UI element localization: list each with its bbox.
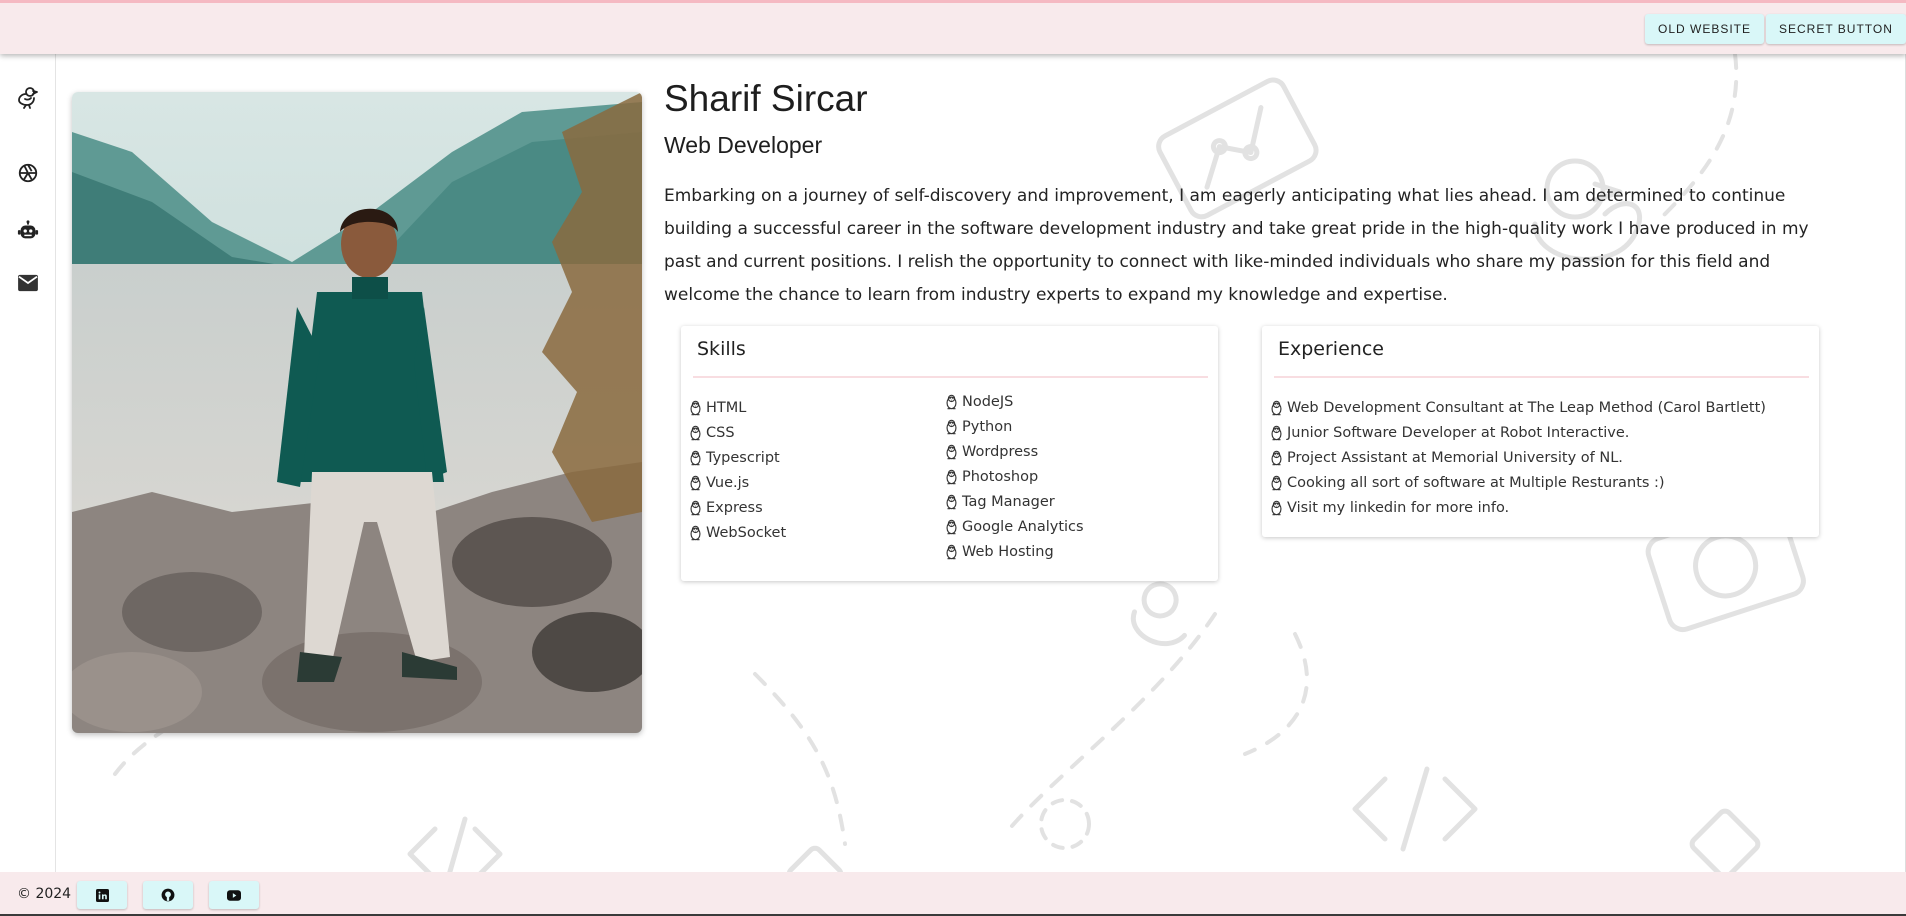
skill-item-label: Google Analytics: [962, 519, 1084, 535]
penguin-icon: [1271, 450, 1282, 466]
skills-card: Skills HTML CSS Typescript Vue.js Express Web…: [681, 326, 1218, 581]
penguin-icon: [690, 400, 701, 416]
skill-item-label: Tag Manager: [962, 494, 1055, 510]
experience-divider: [1274, 376, 1809, 378]
skill-item-label: Web Hosting: [962, 544, 1054, 560]
mail-icon[interactable]: [15, 270, 41, 296]
skill-item: NodeJS: [944, 394, 1013, 410]
skill-item: Typescript: [688, 450, 780, 466]
experience-item-label: Cooking all sort of software at Multiple…: [1287, 475, 1665, 491]
skill-item-label: HTML: [706, 400, 747, 416]
skill-item: Python: [944, 419, 1012, 435]
penguin-icon: [690, 425, 701, 441]
skill-item-label: CSS: [706, 425, 735, 441]
bird-icon[interactable]: [15, 84, 41, 110]
camera-aperture-icon[interactable]: [15, 160, 41, 186]
experience-heading: Experience: [1278, 338, 1384, 360]
skill-item-label: Express: [706, 500, 763, 516]
experience-card: Experience Web Development Consultant at…: [1262, 326, 1819, 537]
penguin-icon: [1271, 425, 1282, 441]
penguin-icon: [1271, 500, 1282, 516]
penguin-icon: [946, 519, 957, 535]
profile-name: Sharif Sircar: [664, 78, 868, 119]
penguin-icon: [946, 444, 957, 460]
skill-item: Web Hosting: [944, 544, 1054, 560]
copyright-text: © 2024: [17, 886, 72, 902]
penguin-icon: [946, 494, 957, 510]
penguin-icon: [690, 450, 701, 466]
profile-photo: [72, 92, 642, 733]
skills-divider: [693, 376, 1208, 378]
github-icon: [161, 888, 175, 902]
skill-item: CSS: [688, 425, 735, 441]
penguin-icon: [946, 394, 957, 410]
skill-item: Express: [688, 500, 763, 516]
secret-button[interactable]: SECRET BUTTON: [1766, 14, 1906, 44]
skill-item: Vue.js: [688, 475, 749, 491]
footer-bar: © 2024: [0, 872, 1906, 916]
skill-item-label: Wordpress: [962, 444, 1039, 460]
penguin-icon: [690, 525, 701, 541]
experience-item-label: Visit my linkedin for more info.: [1287, 500, 1510, 516]
skill-item: WebSocket: [688, 525, 786, 541]
experience-item-label: Web Development Consultant at The Leap M…: [1287, 400, 1766, 416]
github-button[interactable]: [143, 881, 193, 909]
experience-item-label: Junior Software Developer at Robot Inter…: [1287, 425, 1630, 441]
penguin-icon: [1271, 475, 1282, 491]
experience-item: Web Development Consultant at The Leap M…: [1269, 400, 1766, 416]
experience-item: Cooking all sort of software at Multiple…: [1269, 475, 1665, 491]
linkedin-button[interactable]: [77, 881, 127, 909]
penguin-icon: [946, 419, 957, 435]
old-website-button[interactable]: OLD WEBSITE: [1645, 14, 1765, 44]
skill-item-label: Vue.js: [706, 475, 750, 491]
profile-bio: Embarking on a journey of self-discovery…: [664, 186, 1809, 305]
skill-item-label: WebSocket: [706, 525, 787, 541]
skill-item-label: Python: [962, 419, 1013, 435]
experience-item: Junior Software Developer at Robot Inter…: [1269, 425, 1629, 441]
skill-item-label: NodeJS: [962, 394, 1014, 410]
robot-icon[interactable]: [15, 218, 41, 244]
youtube-button[interactable]: [209, 881, 259, 909]
skills-heading: Skills: [697, 338, 746, 360]
top-app-bar: OLD WEBSITE SECRET BUTTON: [0, 0, 1906, 54]
profile-title: Web Developer: [664, 132, 823, 158]
side-navigation: [0, 54, 56, 872]
skill-item: Wordpress: [944, 444, 1038, 460]
linkedin-icon: [95, 888, 109, 902]
skill-item-label: Typescript: [706, 450, 780, 466]
penguin-icon: [690, 475, 701, 491]
experience-item: Project Assistant at Memorial University…: [1269, 450, 1623, 466]
skill-item: HTML: [688, 400, 746, 416]
penguin-icon: [690, 500, 701, 516]
penguin-icon: [946, 469, 957, 485]
experience-item: Visit my linkedin for more info.: [1269, 500, 1509, 516]
skill-item-label: Photoshop: [962, 469, 1039, 485]
experience-item-label: Project Assistant at Memorial University…: [1287, 450, 1623, 466]
penguin-icon: [1271, 400, 1282, 416]
skill-item: Google Analytics: [944, 519, 1084, 535]
skill-item: Tag Manager: [944, 494, 1055, 510]
youtube-icon: [227, 889, 241, 901]
penguin-icon: [946, 544, 957, 560]
skill-item: Photoshop: [944, 469, 1038, 485]
